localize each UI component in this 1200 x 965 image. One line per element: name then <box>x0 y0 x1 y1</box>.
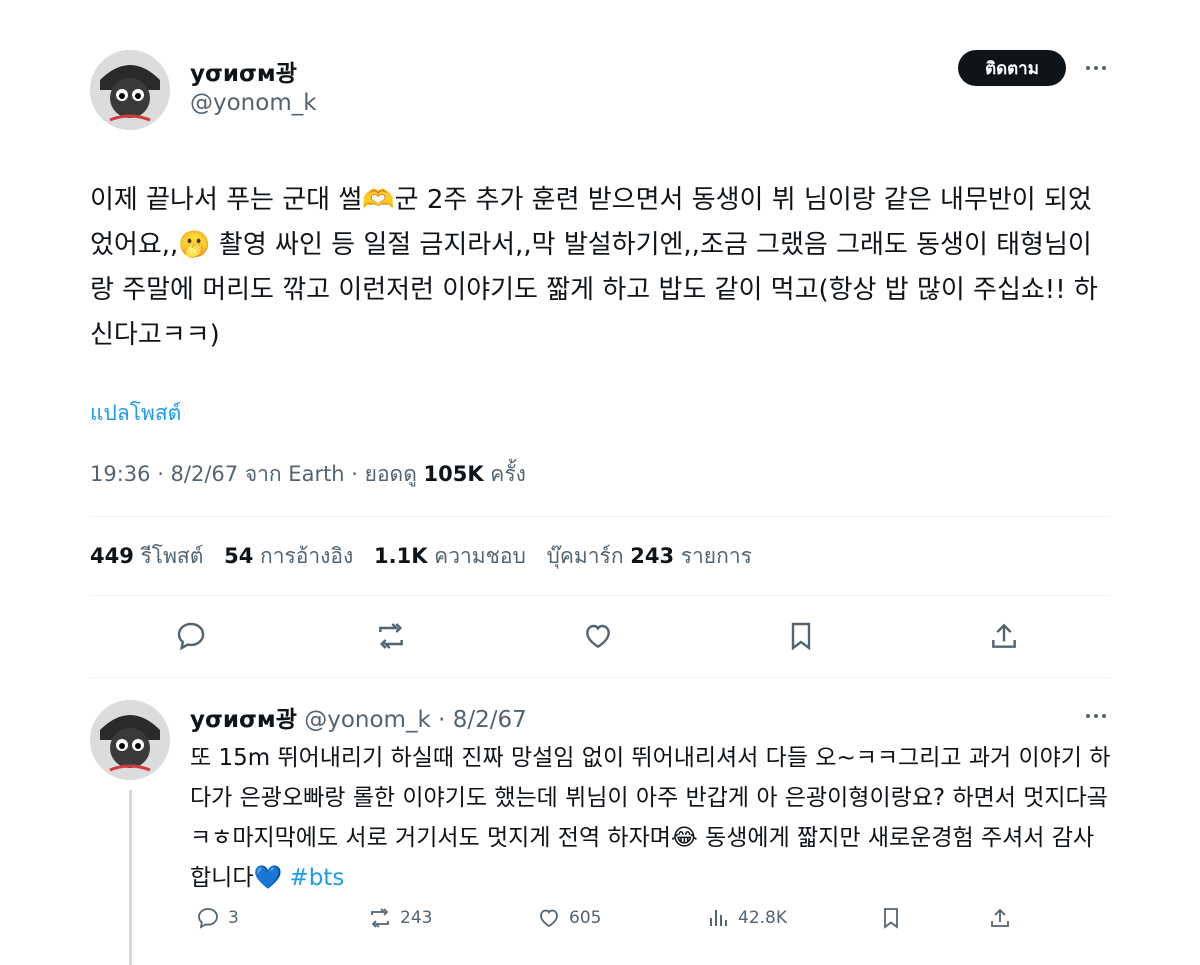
follow-button[interactable]: ติดตาม <box>958 50 1066 86</box>
repost-button[interactable]: 243 <box>368 906 432 930</box>
tweet-meta: 19:36 · 8/2/67 จาก Earth · ยอดดู 105K คร… <box>90 458 526 491</box>
reply-icon[interactable] <box>175 620 207 652</box>
bookmark-button[interactable] <box>879 906 903 930</box>
avatar-image <box>90 50 170 130</box>
repost-count: 243 <box>400 908 433 928</box>
repost-icon[interactable] <box>375 620 407 652</box>
reply-count: 3 <box>228 908 239 928</box>
engagement-stats: 449 รีโพสต์ 54 การอ้างอิง 1.1K ความชอบ บ… <box>90 540 766 573</box>
share-icon[interactable] <box>988 620 1020 652</box>
reply-header: yσиσм광 @yonom_k · 8/2/67 <box>190 700 527 734</box>
share-icon <box>991 908 1009 927</box>
translate-post-link[interactable]: แปลโพสต์ <box>90 397 181 430</box>
more-options-icon[interactable] <box>1086 66 1106 70</box>
view-count-suffix: ครั้ง <box>483 462 526 486</box>
view-count: 105K <box>423 462 484 486</box>
quotes-stat[interactable]: 54 การอ้างอิง <box>224 544 353 568</box>
tweet-text: 이제 끝나서 푸는 군대 썰🫶군 2주 추가 훈련 받으면서 동생이 뷔 님이랑… <box>90 185 1098 350</box>
avatar[interactable] <box>90 700 170 780</box>
reply-button[interactable]: 3 <box>196 906 239 930</box>
hashtag-link[interactable]: #bts <box>289 865 344 891</box>
display-name[interactable]: yσиσм광 <box>190 54 297 88</box>
repost-icon <box>371 908 389 928</box>
heart-icon <box>540 909 558 928</box>
tweet-timestamp[interactable]: 19:36 · 8/2/67 จาก Earth · ยอดดู <box>90 462 424 486</box>
avatar[interactable] <box>90 50 170 130</box>
bookmarks-stat: บุ๊คมาร์ก 243 รายการ <box>546 544 752 568</box>
divider <box>90 595 1110 596</box>
display-name[interactable]: yσиσм광 <box>190 707 297 733</box>
like-button[interactable]: 605 <box>537 906 601 930</box>
share-button[interactable] <box>988 906 1012 930</box>
divider <box>90 516 1110 517</box>
user-handle-date[interactable]: @yonom_k · 8/2/67 <box>297 707 527 733</box>
divider <box>90 677 1110 678</box>
bookmark-icon[interactable] <box>785 620 817 652</box>
reposts-stat[interactable]: 449 รีโพสต์ <box>90 544 203 568</box>
reply-icon <box>198 908 218 929</box>
views-chart-icon <box>710 910 727 926</box>
reply-text: 또 15m 뛰어내리기 하실때 진짜 망설임 없이 뛰어내리셔서 다들 오~ㅋㅋ… <box>190 738 1115 898</box>
views-button[interactable]: 42.8K <box>706 906 787 930</box>
likes-stat[interactable]: 1.1K ความชอบ <box>374 544 526 568</box>
avatar-image <box>90 700 170 780</box>
bookmark-icon <box>884 908 898 929</box>
thread-connector <box>129 790 132 965</box>
more-options-icon[interactable] <box>1086 714 1106 718</box>
heart-icon[interactable] <box>582 620 614 652</box>
user-handle[interactable]: @yonom_k <box>190 90 317 116</box>
like-count: 605 <box>569 908 602 928</box>
views-count: 42.8K <box>738 908 787 928</box>
